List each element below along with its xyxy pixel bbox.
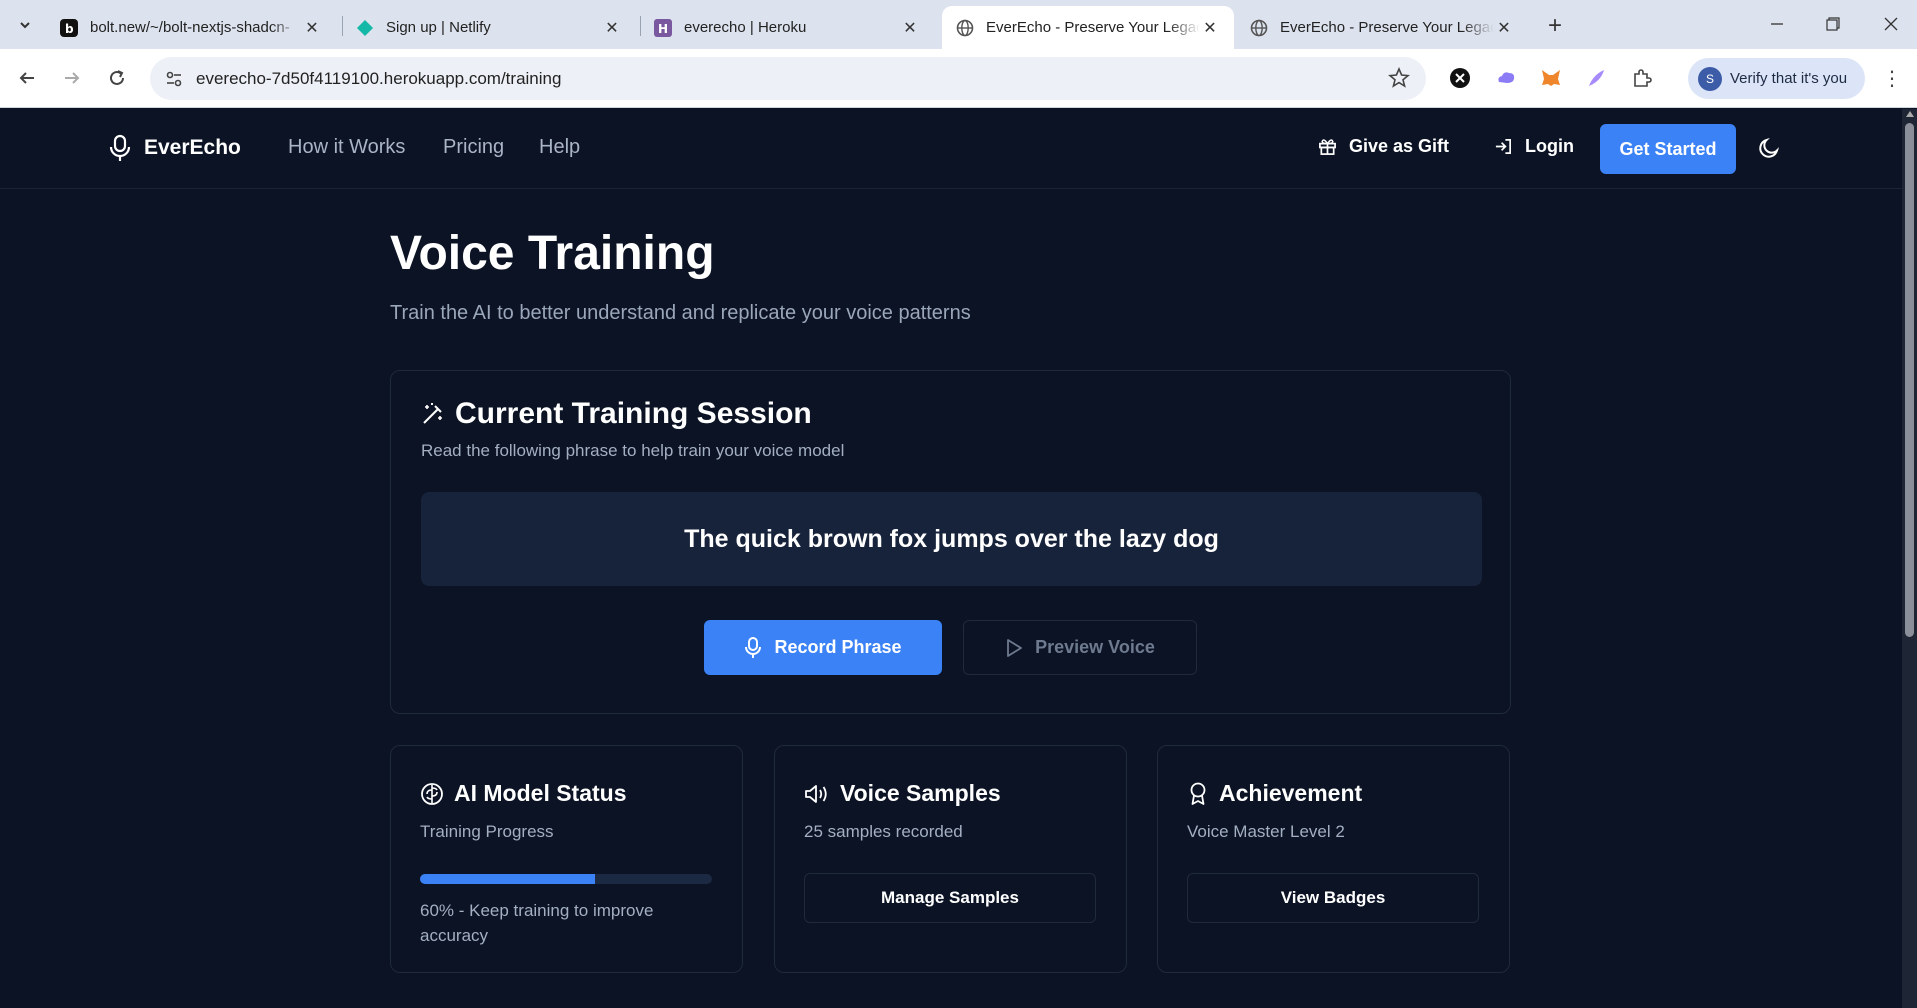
login-label: Login xyxy=(1525,136,1574,156)
brand-logo[interactable]: EverEcho xyxy=(108,134,241,162)
x-extension-icon[interactable] xyxy=(1447,65,1473,91)
browser-tab-bar: b bolt.new/~/bolt-nextjs-shadcn- ✕ Sign … xyxy=(0,0,1917,49)
moon-theme-toggle-icon[interactable] xyxy=(1757,136,1783,162)
extensions-puzzle-icon[interactable] xyxy=(1629,65,1655,91)
manage-samples-button[interactable]: Manage Samples xyxy=(804,873,1096,923)
cloud-extension-icon[interactable] xyxy=(1493,65,1519,91)
close-tab-icon[interactable]: ✕ xyxy=(602,18,622,38)
view-badges-button[interactable]: View Badges xyxy=(1187,873,1479,923)
preview-label: Preview Voice xyxy=(1035,637,1155,657)
back-arrow-icon[interactable] xyxy=(12,63,42,93)
login-button[interactable]: Login xyxy=(1494,136,1574,157)
close-tab-icon[interactable]: ✕ xyxy=(1200,18,1220,38)
voice-samples-title: Voice Samples xyxy=(804,780,1001,807)
microphone-icon xyxy=(109,134,131,161)
training-progress-fill xyxy=(420,874,596,884)
browser-menu-icon[interactable]: ⋮ xyxy=(1880,65,1904,91)
training-phrase: The quick brown fox jumps over the lazy … xyxy=(421,492,1482,586)
page-scrollbar[interactable] xyxy=(1902,109,1917,1008)
model-status-title: AI Model Status xyxy=(420,780,627,807)
close-window-icon[interactable] xyxy=(1866,8,1916,40)
verify-label: Verify that it's you xyxy=(1730,70,1848,87)
record-phrase-button[interactable]: Record Phrase xyxy=(704,620,942,675)
give-as-gift-button[interactable]: Give as Gift xyxy=(1318,136,1449,157)
forward-arrow-icon[interactable] xyxy=(57,63,87,93)
login-icon xyxy=(1495,138,1512,155)
session-title: Current Training Session xyxy=(421,397,812,431)
site-navbar: EverEcho How it Works Pricing Help Give … xyxy=(0,109,1902,189)
close-tab-icon[interactable]: ✕ xyxy=(900,18,920,38)
microphone-icon xyxy=(745,636,762,658)
close-tab-icon[interactable]: ✕ xyxy=(1494,18,1514,38)
session-title-text: Current Training Session xyxy=(455,397,812,430)
award-icon xyxy=(1190,782,1206,805)
voice-samples-count: 25 samples recorded xyxy=(804,822,963,841)
achievement-card: Achievement Voice Master Level 2 View Ba… xyxy=(1157,745,1510,973)
netlify-icon xyxy=(356,19,374,37)
scrollbar-thumb[interactable] xyxy=(1905,123,1914,637)
svg-text:H: H xyxy=(658,22,668,36)
training-progress-bar xyxy=(420,874,712,884)
session-description: Read the following phrase to help train … xyxy=(421,441,845,460)
get-started-button[interactable]: Get Started xyxy=(1600,124,1736,174)
magic-wand-icon xyxy=(423,403,442,424)
model-status-title-text: AI Model Status xyxy=(454,780,627,806)
tab-search-chevron-icon[interactable] xyxy=(12,12,38,38)
nav-how-it-works[interactable]: How it Works xyxy=(288,136,405,159)
play-icon xyxy=(1007,638,1023,657)
browser-tab-heroku[interactable]: H everecho | Heroku ✕ xyxy=(640,6,934,49)
address-bar[interactable]: everecho-7d50f4119100.herokuapp.com/trai… xyxy=(150,57,1426,100)
speaker-icon xyxy=(805,784,827,803)
voice-samples-title-text: Voice Samples xyxy=(840,780,1001,806)
globe-icon xyxy=(1250,19,1268,37)
preview-voice-button[interactable]: Preview Voice xyxy=(963,620,1197,675)
ai-model-status-card: AI Model Status Training Progress 60% - … xyxy=(390,745,743,973)
profile-verify-button[interactable]: S Verify that it's you xyxy=(1688,58,1865,99)
browser-tab-everecho[interactable]: EverEcho - Preserve Your Legacy ✕ xyxy=(1236,6,1528,49)
tab-title: EverEcho - Preserve Your Legacy xyxy=(1280,19,1494,36)
globe-icon xyxy=(956,19,974,37)
brand-name: EverEcho xyxy=(144,136,241,159)
url-text[interactable]: everecho-7d50f4119100.herokuapp.com/trai… xyxy=(196,69,561,89)
metamask-fox-icon[interactable] xyxy=(1538,65,1564,91)
tab-title: bolt.new/~/bolt-nextjs-shadcn- xyxy=(90,19,290,36)
browser-tab-everecho-active[interactable]: EverEcho - Preserve Your Legacy ✕ xyxy=(942,6,1234,49)
achievement-title: Achievement xyxy=(1187,780,1362,807)
tab-title: Sign up | Netlify xyxy=(386,19,491,36)
model-status-subtitle: Training Progress xyxy=(420,822,554,841)
page: EverEcho How it Works Pricing Help Give … xyxy=(0,109,1902,1008)
gift-label: Give as Gift xyxy=(1349,136,1450,156)
reload-icon[interactable] xyxy=(102,63,132,93)
record-label: Record Phrase xyxy=(774,637,902,657)
feather-extension-icon[interactable] xyxy=(1583,65,1609,91)
achievement-level: Voice Master Level 2 xyxy=(1187,822,1345,841)
page-title: Voice Training xyxy=(390,227,715,280)
bookmark-star-icon[interactable] xyxy=(1388,66,1410,89)
tab-title: EverEcho - Preserve Your Legacy xyxy=(986,19,1200,36)
progress-text: 60% - Keep training to improve accuracy xyxy=(420,901,654,945)
training-session-card: Current Training Session Read the follow… xyxy=(390,370,1511,714)
site-settings-icon[interactable] xyxy=(164,69,184,89)
browser-tab-bolt[interactable]: b bolt.new/~/bolt-nextjs-shadcn- ✕ xyxy=(46,6,336,49)
gift-icon xyxy=(1319,139,1336,155)
minimize-icon[interactable] xyxy=(1752,8,1802,40)
nav-help[interactable]: Help xyxy=(539,136,580,159)
avatar: S xyxy=(1698,66,1722,91)
achievement-title-text: Achievement xyxy=(1219,780,1363,806)
heroku-icon: H xyxy=(654,18,672,37)
new-tab-plus-icon[interactable]: + xyxy=(1541,12,1569,40)
scroll-up-arrow-icon[interactable] xyxy=(1906,111,1914,117)
close-tab-icon[interactable]: ✕ xyxy=(302,18,322,38)
svg-text:b: b xyxy=(65,22,74,36)
bolt-icon: b xyxy=(60,18,78,37)
page-subtitle: Train the AI to better understand and re… xyxy=(390,302,971,324)
voice-samples-card: Voice Samples 25 samples recorded Manage… xyxy=(774,745,1127,973)
nav-pricing[interactable]: Pricing xyxy=(443,136,504,159)
browser-tab-netlify[interactable]: Sign up | Netlify ✕ xyxy=(342,6,636,49)
tab-title: everecho | Heroku xyxy=(684,19,807,36)
browser-toolbar: everecho-7d50f4119100.herokuapp.com/trai… xyxy=(0,49,1917,108)
brain-icon xyxy=(421,782,443,805)
restore-window-icon[interactable] xyxy=(1808,8,1858,40)
